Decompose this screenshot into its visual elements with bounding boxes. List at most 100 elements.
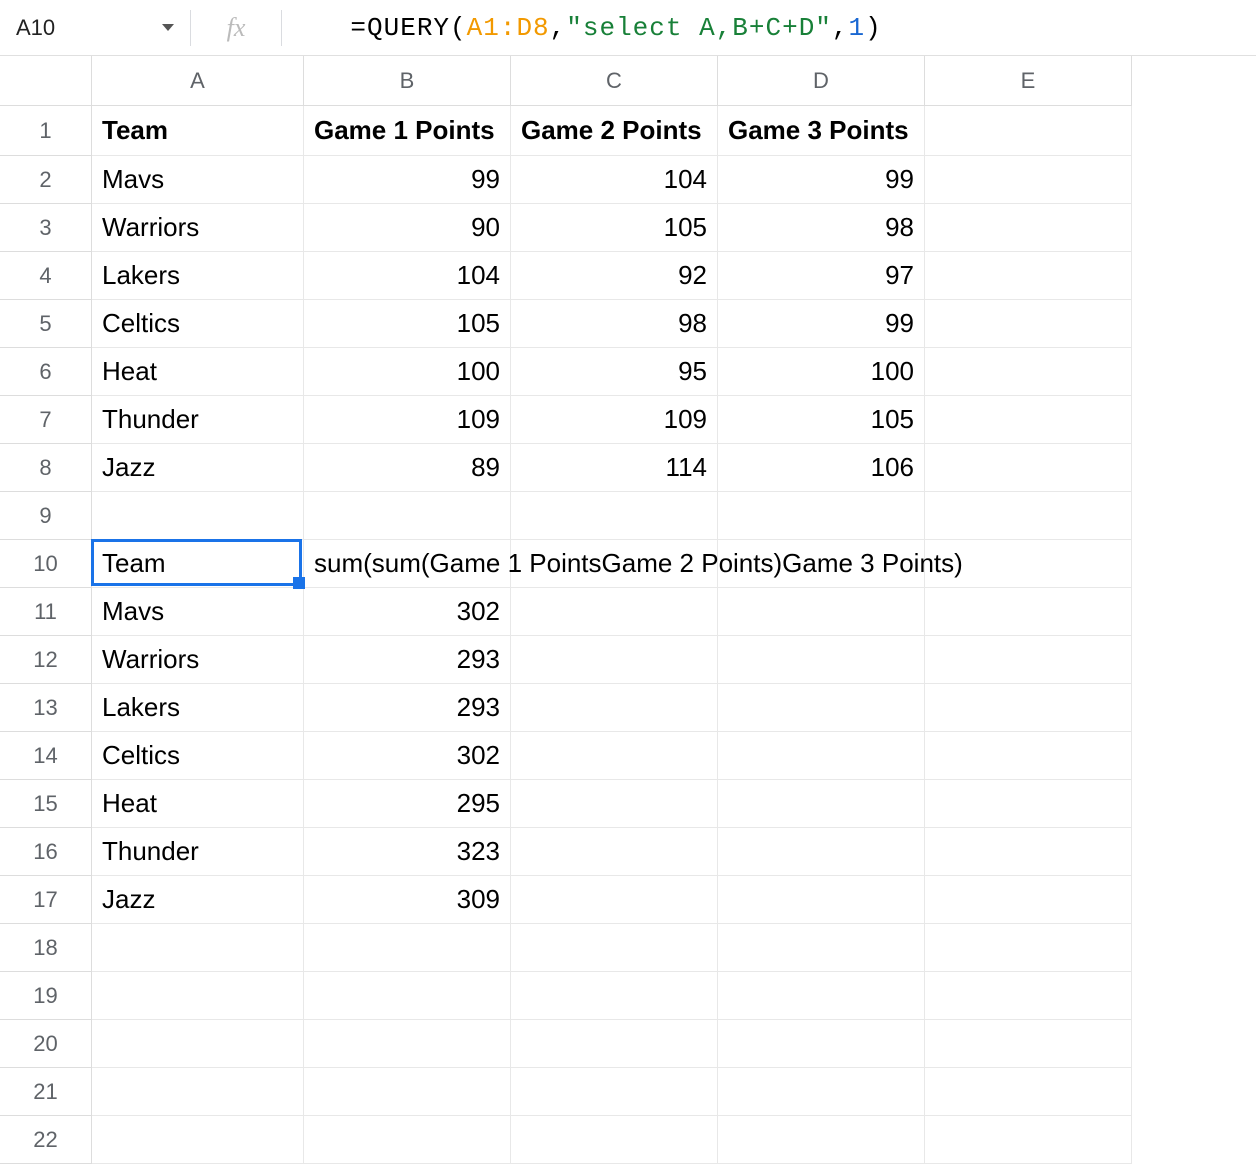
cell-C8[interactable]: 114: [511, 444, 718, 492]
select-all-corner[interactable]: [0, 56, 92, 106]
cell-A19[interactable]: [92, 972, 304, 1020]
cell-D18[interactable]: [718, 924, 925, 972]
cell-B19[interactable]: [304, 972, 511, 1020]
cell-C17[interactable]: [511, 876, 718, 924]
cell-A16[interactable]: Thunder: [92, 828, 304, 876]
row-header-8[interactable]: 8: [0, 444, 92, 492]
cell-C9[interactable]: [511, 492, 718, 540]
cell-D7[interactable]: 105: [718, 396, 925, 444]
row-header-16[interactable]: 16: [0, 828, 92, 876]
cell-A9[interactable]: [92, 492, 304, 540]
cell-D20[interactable]: [718, 1020, 925, 1068]
cell-C1[interactable]: Game 2 Points: [511, 106, 718, 156]
row-header-15[interactable]: 15: [0, 780, 92, 828]
cell-A21[interactable]: [92, 1068, 304, 1116]
row-header-20[interactable]: 20: [0, 1020, 92, 1068]
cell-E12[interactable]: [925, 636, 1132, 684]
cell-B4[interactable]: 104: [304, 252, 511, 300]
cell-D6[interactable]: 100: [718, 348, 925, 396]
cell-D3[interactable]: 98: [718, 204, 925, 252]
cell-D15[interactable]: [718, 780, 925, 828]
cell-B10[interactable]: sum(sum(Game 1 PointsGame 2 Points)Game …: [304, 540, 511, 588]
cell-B22[interactable]: [304, 1116, 511, 1164]
cell-E8[interactable]: [925, 444, 1132, 492]
cell-A22[interactable]: [92, 1116, 304, 1164]
cell-A6[interactable]: Heat: [92, 348, 304, 396]
cell-B14[interactable]: 302: [304, 732, 511, 780]
cell-E14[interactable]: [925, 732, 1132, 780]
cell-A1[interactable]: Team: [92, 106, 304, 156]
cell-A7[interactable]: Thunder: [92, 396, 304, 444]
row-header-13[interactable]: 13: [0, 684, 92, 732]
cell-C7[interactable]: 109: [511, 396, 718, 444]
cell-A3[interactable]: Warriors: [92, 204, 304, 252]
row-header-11[interactable]: 11: [0, 588, 92, 636]
cell-B6[interactable]: 100: [304, 348, 511, 396]
cell-D14[interactable]: [718, 732, 925, 780]
cell-A8[interactable]: Jazz: [92, 444, 304, 492]
column-header-D[interactable]: D: [718, 56, 925, 106]
column-header-A[interactable]: A: [92, 56, 304, 106]
cell-B18[interactable]: [304, 924, 511, 972]
row-header-12[interactable]: 12: [0, 636, 92, 684]
cell-C5[interactable]: 98: [511, 300, 718, 348]
row-header-10[interactable]: 10: [0, 540, 92, 588]
cell-B1[interactable]: Game 1 Points: [304, 106, 511, 156]
cell-D12[interactable]: [718, 636, 925, 684]
cell-A18[interactable]: [92, 924, 304, 972]
cell-C15[interactable]: [511, 780, 718, 828]
cell-A17[interactable]: Jazz: [92, 876, 304, 924]
cell-C20[interactable]: [511, 1020, 718, 1068]
cell-C13[interactable]: [511, 684, 718, 732]
cell-E22[interactable]: [925, 1116, 1132, 1164]
cell-E4[interactable]: [925, 252, 1132, 300]
cell-B9[interactable]: [304, 492, 511, 540]
cell-B2[interactable]: 99: [304, 156, 511, 204]
cell-B17[interactable]: 309: [304, 876, 511, 924]
cell-E15[interactable]: [925, 780, 1132, 828]
cell-E7[interactable]: [925, 396, 1132, 444]
cell-A12[interactable]: Warriors: [92, 636, 304, 684]
row-header-22[interactable]: 22: [0, 1116, 92, 1164]
cell-B8[interactable]: 89: [304, 444, 511, 492]
cell-D5[interactable]: 99: [718, 300, 925, 348]
cell-C22[interactable]: [511, 1116, 718, 1164]
cell-A20[interactable]: [92, 1020, 304, 1068]
cell-C21[interactable]: [511, 1068, 718, 1116]
cell-C11[interactable]: [511, 588, 718, 636]
cell-C3[interactable]: 105: [511, 204, 718, 252]
cell-D19[interactable]: [718, 972, 925, 1020]
cell-E11[interactable]: [925, 588, 1132, 636]
row-header-2[interactable]: 2: [0, 156, 92, 204]
row-header-18[interactable]: 18: [0, 924, 92, 972]
cell-C6[interactable]: 95: [511, 348, 718, 396]
cell-B11[interactable]: 302: [304, 588, 511, 636]
cell-E6[interactable]: [925, 348, 1132, 396]
cell-C4[interactable]: 92: [511, 252, 718, 300]
cell-B13[interactable]: 293: [304, 684, 511, 732]
cell-D1[interactable]: Game 3 Points: [718, 106, 925, 156]
cell-A4[interactable]: Lakers: [92, 252, 304, 300]
row-header-5[interactable]: 5: [0, 300, 92, 348]
row-header-14[interactable]: 14: [0, 732, 92, 780]
row-header-7[interactable]: 7: [0, 396, 92, 444]
cell-E13[interactable]: [925, 684, 1132, 732]
cell-D8[interactable]: 106: [718, 444, 925, 492]
cell-E9[interactable]: [925, 492, 1132, 540]
cell-E2[interactable]: [925, 156, 1132, 204]
chevron-down-icon[interactable]: [162, 24, 174, 31]
cell-A2[interactable]: Mavs: [92, 156, 304, 204]
cell-C19[interactable]: [511, 972, 718, 1020]
cell-B15[interactable]: 295: [304, 780, 511, 828]
cell-A13[interactable]: Lakers: [92, 684, 304, 732]
cell-D11[interactable]: [718, 588, 925, 636]
cell-A5[interactable]: Celtics: [92, 300, 304, 348]
cell-E17[interactable]: [925, 876, 1132, 924]
cell-D2[interactable]: 99: [718, 156, 925, 204]
cell-B3[interactable]: 90: [304, 204, 511, 252]
row-header-19[interactable]: 19: [0, 972, 92, 1020]
column-header-C[interactable]: C: [511, 56, 718, 106]
name-box[interactable]: A10: [0, 0, 190, 55]
row-header-1[interactable]: 1: [0, 106, 92, 156]
cell-E20[interactable]: [925, 1020, 1132, 1068]
